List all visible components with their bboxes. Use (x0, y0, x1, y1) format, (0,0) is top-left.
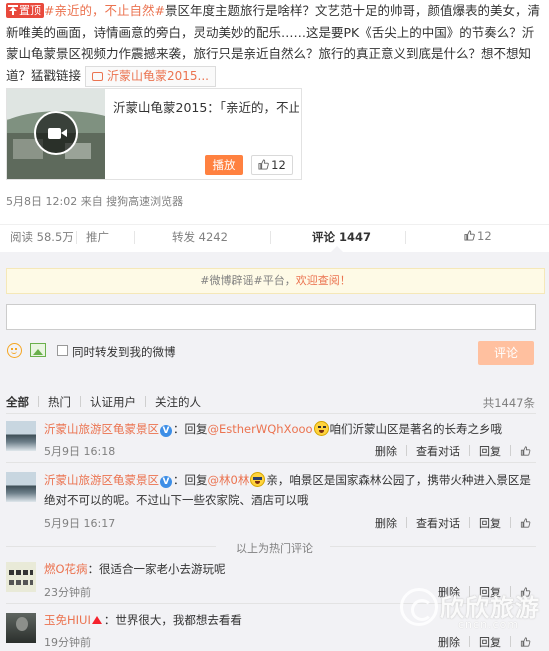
like-button[interactable]: 12 (464, 229, 492, 243)
reply-button[interactable]: 回复 (479, 445, 501, 458)
comment-user[interactable]: 燃O花病 (44, 562, 88, 576)
comment-button[interactable]: 评论 1447 (312, 229, 371, 245)
divider (330, 546, 536, 547)
delete-button[interactable]: 删除 (438, 636, 460, 649)
thumbs-up-icon[interactable] (520, 637, 531, 647)
comment-time: 5月9日 16:17 (44, 517, 116, 530)
verified-icon: V (160, 476, 172, 488)
comment-text: 沂蒙山旅游区龟蒙景区 V ：回复@EstherWQhXooo 咱们沂蒙山区是著名的长寿… (44, 421, 503, 437)
forward-button[interactable]: 转发 4242 (172, 229, 228, 245)
rumor-notice[interactable]: #微博辟谣#平台，欢迎查阅！ (6, 268, 545, 294)
filter-all[interactable]: 全部 (6, 394, 29, 410)
action-bar: 阅读 58.5万 推广 转发 4242 评论 1447 12 (0, 224, 549, 248)
comment-actions: 删除 查看对话 回复 (375, 515, 531, 531)
avatar[interactable] (6, 613, 36, 643)
comment-time: 19分钟前 (44, 636, 91, 649)
image-icon[interactable] (30, 343, 46, 357)
video-link[interactable]: 沂蒙山龟蒙2015... (85, 65, 216, 87)
submit-comment-button[interactable]: 评论 (478, 341, 534, 365)
post-meta: 5月8日 12:02 来自 搜狗高速浏览器 (6, 195, 184, 208)
comment-input[interactable] (6, 304, 536, 330)
comment-text: 沂蒙山旅游区龟蒙景区 V ：回复@林0林 亲，咱景区是国家森林公园了，携带火种进入景区… (44, 472, 531, 507)
repost-checkbox[interactable] (57, 345, 68, 356)
thumbs-up-icon[interactable] (520, 518, 531, 528)
comment-filters: 全部 热门 认证用户 关注的人 (6, 394, 201, 410)
filter-following[interactable]: 关注的人 (155, 394, 201, 410)
topic-link[interactable]: #亲近的，不止自然# (44, 3, 165, 18)
view-dialog-button[interactable]: 查看对话 (416, 517, 460, 530)
promote-button[interactable]: 推广 (86, 229, 109, 245)
laugh-emoji-icon (313, 421, 329, 436)
comment-time: 23分钟前 (44, 586, 91, 599)
video-card[interactable]: 沂蒙山龟蒙2015：「亲近的，不止... 播放 12 (6, 88, 302, 180)
mention-link[interactable]: @EstherWQhXooo (208, 422, 313, 436)
comment-total: 共1447条 (482, 396, 535, 410)
watermark: 欣欣旅游 cncn.com (400, 586, 540, 636)
divider (6, 462, 536, 463)
verified-icon: V (160, 425, 172, 437)
watermark-url: cncn.com (458, 618, 520, 631)
avatar[interactable] (6, 562, 36, 592)
thumbs-up-icon[interactable] (520, 446, 531, 456)
thumbs-up-icon (258, 159, 269, 170)
reply-button[interactable]: 回复 (479, 517, 501, 530)
video-like-button[interactable]: 12 (251, 155, 293, 175)
read-count: 阅读 58.5万 (10, 230, 74, 244)
delete-button[interactable]: 删除 (375, 445, 397, 458)
comment-user[interactable]: 玉免HIUI (44, 613, 91, 627)
comment-text: 燃O花病：很适合一家老小去游玩呢 (44, 562, 226, 576)
play-button[interactable]: 播放 (205, 155, 243, 175)
video-thumbnail[interactable] (7, 89, 105, 179)
comment-time: 5月9日 16:18 (44, 445, 116, 458)
reply-button[interactable]: 回复 (479, 636, 501, 649)
panel-caret (331, 246, 343, 252)
thumbs-up-icon (464, 230, 475, 241)
view-dialog-button[interactable]: 查看对话 (416, 445, 460, 458)
pin-icon (8, 5, 18, 15)
cool-emoji-icon (250, 472, 266, 487)
emoji-icon[interactable] (7, 343, 22, 358)
mention-link[interactable]: @林0林 (208, 473, 250, 487)
comment-actions: 删除 查看对话 回复 (375, 443, 531, 459)
comment-actions: 删除 回复 (438, 634, 531, 650)
top-badge: 置顶 (6, 3, 44, 18)
play-overlay-icon[interactable] (34, 111, 78, 155)
post-text: 置顶 #亲近的，不止自然#景区年度主题旅行是啥样？文艺范十足的帅哥，颜值爆表的美女… (6, 0, 546, 87)
crown-icon (91, 615, 103, 625)
delete-button[interactable]: 删除 (375, 517, 397, 530)
avatar[interactable] (6, 421, 36, 451)
hot-comments-end: 以上为热门评论 (236, 542, 313, 555)
video-title[interactable]: 沂蒙山龟蒙2015：「亲近的，不止... (113, 97, 299, 116)
avatar[interactable] (6, 472, 36, 502)
divider (6, 413, 536, 414)
filter-hot[interactable]: 热门 (48, 394, 71, 410)
repost-label: 同时转发到我的微博 (72, 345, 176, 359)
watermark-logo-icon (400, 588, 438, 626)
filter-verified[interactable]: 认证用户 (90, 394, 136, 410)
comment-user[interactable]: 沂蒙山旅游区龟蒙景区 (44, 473, 159, 487)
comment-user[interactable]: 沂蒙山旅游区龟蒙景区 (44, 422, 159, 436)
video-icon (92, 71, 104, 81)
